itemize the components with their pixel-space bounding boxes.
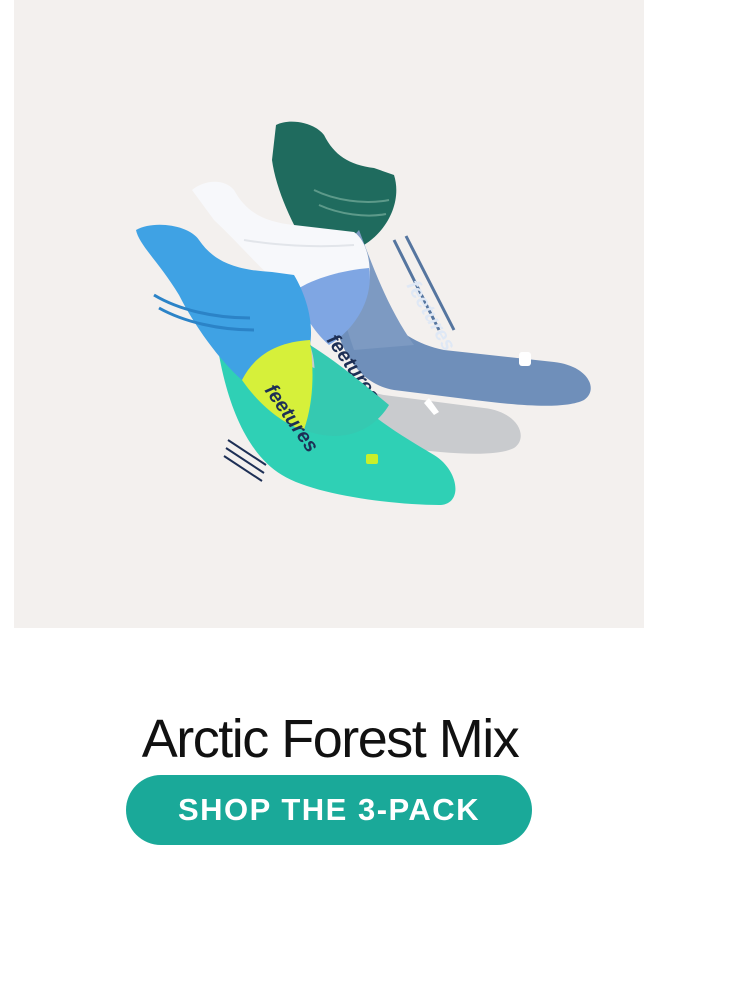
sock-front-tab — [366, 454, 378, 464]
product-image[interactable]: feetures feetures feetures — [14, 0, 644, 628]
sock-back-tab — [519, 352, 531, 366]
product-title: Arctic Forest Mix — [141, 709, 520, 770]
sock-illustration: feetures feetures feetures — [136, 121, 591, 505]
shop-3-pack-button[interactable]: SHOP THE 3-PACK — [126, 775, 532, 845]
